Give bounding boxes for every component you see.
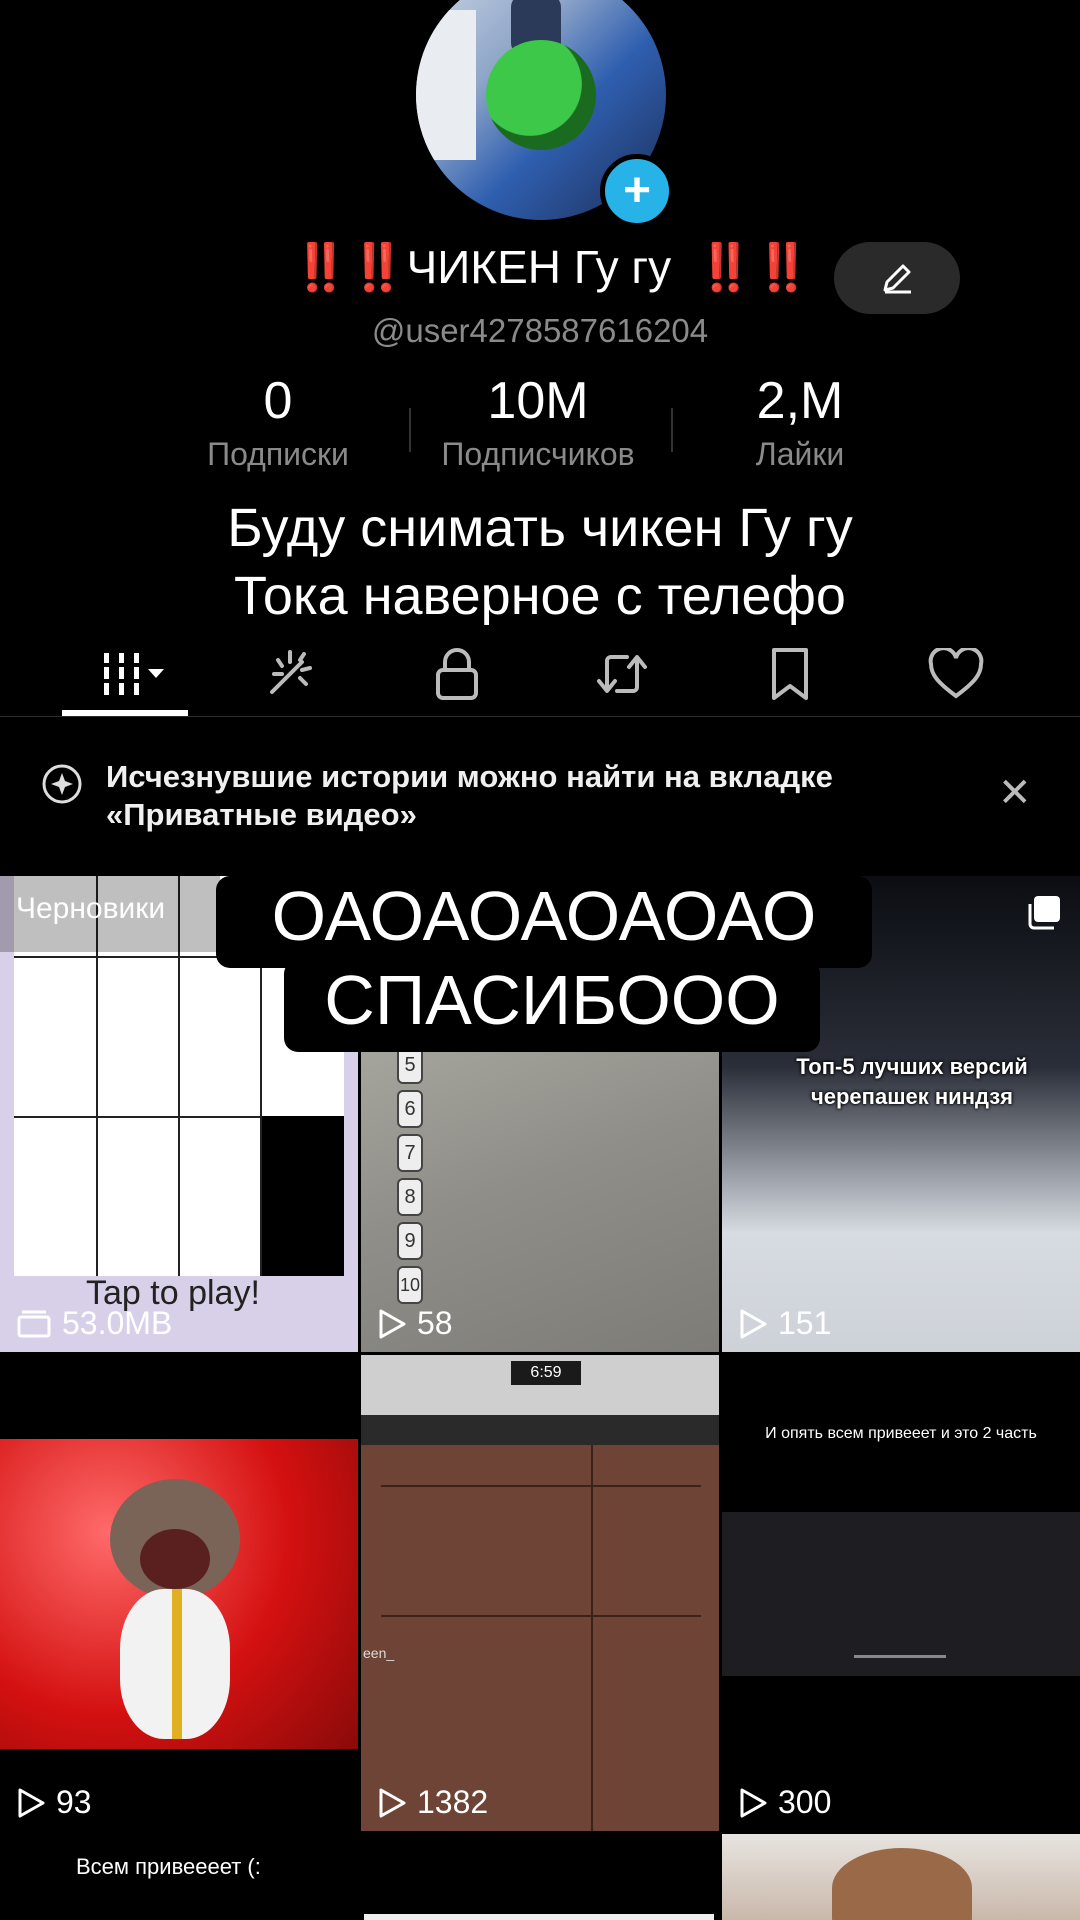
view-count: 300 bbox=[738, 1784, 831, 1821]
active-tab-indicator bbox=[62, 710, 188, 716]
profile-name: ‼️‼️ЧИКЕН Гу гу ‼️‼️ bbox=[292, 240, 811, 295]
stat-following-label: Подписки bbox=[207, 436, 349, 472]
video-tile[interactable]: Всем привеееет (: bbox=[0, 1834, 719, 1920]
overlay-text-line-1: ОАОАОАОАОАО bbox=[216, 876, 872, 968]
view-count: 93 bbox=[16, 1784, 92, 1821]
video-tile[interactable]: И опять всем привееет и это 2 часть 300 bbox=[722, 1355, 1080, 1831]
repost-icon bbox=[597, 655, 647, 693]
info-sparkle-icon bbox=[42, 764, 82, 804]
stat-likes[interactable]: 2,M Лайки bbox=[670, 368, 930, 474]
number-label: 8 bbox=[397, 1178, 423, 1216]
play-icon bbox=[379, 1309, 406, 1338]
pencil-icon bbox=[883, 264, 911, 294]
video-caption: Топ-5 лучших версий черепашек ниндзя bbox=[796, 1054, 1028, 1109]
profile-tabs bbox=[0, 632, 1080, 717]
avatar-art-ball bbox=[486, 40, 596, 150]
drafts-folder-icon bbox=[17, 1310, 51, 1337]
stat-likes-label: Лайки bbox=[755, 436, 845, 472]
view-count: 58 bbox=[377, 1305, 453, 1342]
number-label: 9 bbox=[397, 1222, 423, 1260]
stat-followers[interactable]: 10M Подписчиков bbox=[408, 368, 668, 474]
number-strip: 5 6 7 8 9 10 bbox=[397, 1046, 423, 1306]
name-prefix: ‼️‼️ bbox=[292, 241, 407, 293]
bookmark-icon bbox=[772, 648, 808, 700]
name-main: ЧИКЕН Гу гу bbox=[406, 241, 672, 293]
bio-line-1: Буду снимать чикен Гу гу bbox=[227, 498, 853, 558]
info-notice: Исчезнувшие истории можно найти на вклад… bbox=[0, 740, 1080, 860]
number-label: 10 bbox=[397, 1266, 423, 1304]
stat-followers-label: Подписчиков bbox=[441, 436, 635, 472]
profile-stats: 0 Подписки 10M Подписчиков 2,M Лайки bbox=[0, 368, 1080, 478]
profile-bio: Буду снимать чикен Гу гу Тока наверное с… bbox=[0, 494, 1080, 630]
number-label: 7 bbox=[397, 1134, 423, 1172]
stat-followers-value: 10M bbox=[487, 372, 589, 430]
overlay-text-line-2: СПАСИБООО bbox=[284, 960, 820, 1052]
view-count-value: 151 bbox=[778, 1305, 832, 1341]
grid-icon bbox=[99, 653, 164, 695]
video-caption: И опять всем привееет и это 2 часть bbox=[765, 1425, 1037, 1442]
view-count-value: 1382 bbox=[417, 1784, 489, 1820]
profile-username: @user4278587616204 bbox=[371, 312, 709, 349]
drafts-size: 53.0MB bbox=[16, 1305, 172, 1342]
close-icon[interactable]: ✕ bbox=[998, 770, 1032, 816]
video-caption: Всем привеееет (: bbox=[76, 1854, 261, 1879]
video-tile[interactable]: 93 bbox=[0, 1355, 358, 1831]
sparkle-icon bbox=[270, 650, 312, 694]
heart-icon bbox=[928, 648, 984, 699]
view-count-value: 300 bbox=[778, 1784, 832, 1820]
add-story-button[interactable]: + bbox=[600, 154, 674, 228]
play-icon bbox=[740, 1788, 767, 1817]
play-icon bbox=[379, 1788, 406, 1817]
play-icon bbox=[18, 1788, 45, 1817]
video-thumbnail bbox=[0, 1439, 358, 1749]
video-tag: een_ bbox=[363, 1645, 395, 1661]
edit-profile-button[interactable] bbox=[834, 242, 960, 314]
copy-icon bbox=[1028, 896, 1060, 930]
number-label: 6 bbox=[397, 1090, 423, 1128]
tab-effects[interactable] bbox=[230, 632, 350, 716]
drafts-label: Черновики bbox=[16, 892, 166, 925]
play-icon bbox=[740, 1309, 767, 1338]
tab-videos[interactable] bbox=[65, 632, 185, 716]
stat-following[interactable]: 0 Подписки bbox=[148, 368, 408, 474]
avatar-art-panel bbox=[416, 10, 476, 160]
view-count-value: 58 bbox=[417, 1305, 453, 1341]
view-count-value: 93 bbox=[56, 1784, 92, 1820]
view-count: 1382 bbox=[377, 1784, 488, 1821]
bio-line-2: Тока наверное с телефо bbox=[234, 566, 846, 626]
tab-favorites[interactable] bbox=[730, 632, 850, 716]
tab-private[interactable] bbox=[397, 632, 517, 716]
lock-icon bbox=[436, 648, 478, 700]
notice-text: Исчезнувшие истории можно найти на вклад… bbox=[106, 759, 833, 832]
name-suffix: ‼️‼️ bbox=[696, 241, 812, 293]
video-tile[interactable]: 6:59 een_ 1382 bbox=[361, 1355, 719, 1831]
view-count: 151 bbox=[738, 1305, 831, 1342]
video-tile[interactable] bbox=[722, 1834, 1080, 1920]
tab-reposts[interactable] bbox=[562, 632, 682, 716]
tab-liked[interactable] bbox=[896, 632, 1016, 716]
drafts-size-value: 53.0MB bbox=[62, 1305, 173, 1341]
clock-display: 6:59 bbox=[511, 1361, 581, 1385]
stat-following-value: 0 bbox=[263, 372, 293, 430]
stat-likes-value: 2,M bbox=[756, 372, 844, 430]
